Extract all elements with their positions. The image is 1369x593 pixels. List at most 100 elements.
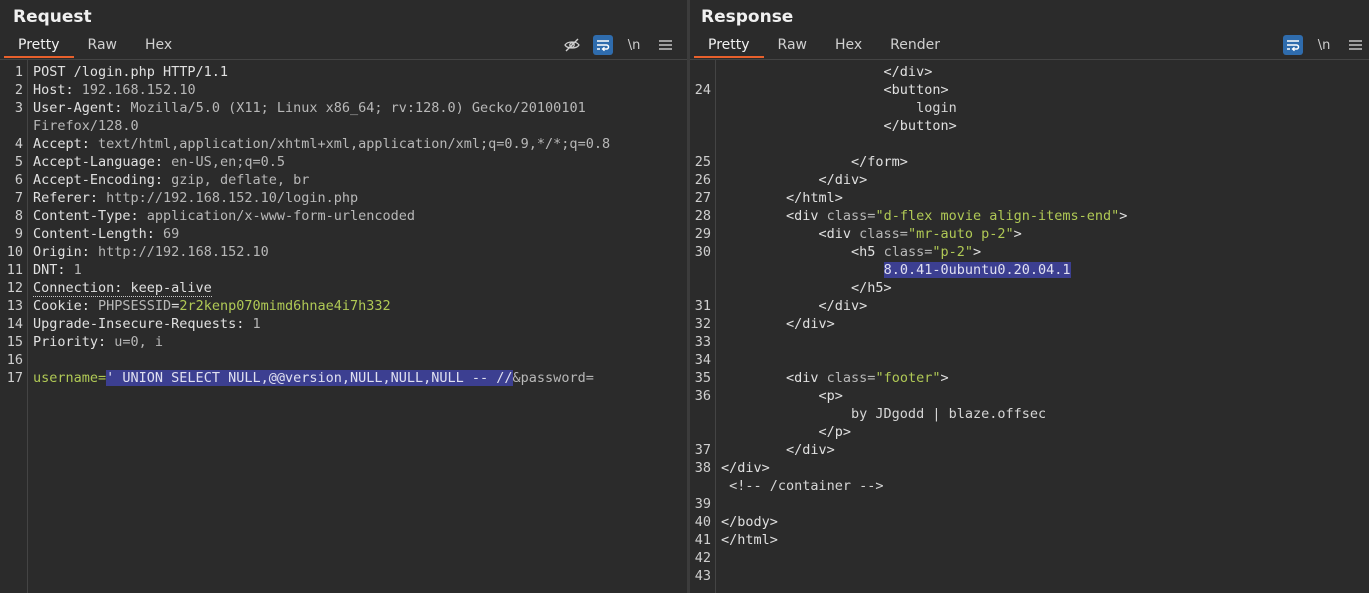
line-number: 42	[694, 550, 711, 566]
code-token: by JDgodd | blaze.offsec	[721, 406, 1047, 422]
line-number: 15	[6, 334, 23, 350]
code-line: 36 <p>	[690, 387, 1369, 405]
code-token: Priority:	[33, 334, 115, 350]
code-token: Accept-Encoding:	[33, 172, 172, 188]
line-number: 40	[694, 514, 711, 530]
line-content: Host: 192.168.152.10	[33, 81, 196, 99]
code-token: Referer:	[33, 190, 107, 206]
line-content: Content-Type: application/x-www-form-url…	[33, 207, 415, 225]
response-tab-pretty[interactable]: Pretty	[694, 34, 764, 58]
code-line: 4 Accept: text/html,application/xhtml+xml…	[0, 135, 687, 153]
code-token: Origin:	[33, 244, 99, 260]
request-toolbar: \n	[551, 35, 675, 55]
code-token: gzip, deflate, br	[171, 172, 310, 188]
line-content: by JDgodd | blaze.offsec	[721, 405, 1046, 423]
code-line: 29 <div class="mr-auto p-2">	[690, 225, 1369, 243]
line-content: </div>	[721, 63, 933, 81]
line-number: 25	[694, 154, 711, 170]
line-number: 31	[694, 298, 711, 314]
code-line: 16	[0, 351, 687, 369]
code-line: 7 Referer: http://192.168.152.10/login.ph…	[0, 189, 687, 207]
eye-slash-icon[interactable]	[562, 35, 582, 55]
line-content: User-Agent: Mozilla/5.0 (X11; Linux x86_…	[33, 99, 586, 117]
code-token: 1	[73, 262, 82, 278]
line-content: Connection: keep-alive	[33, 279, 212, 297]
line-content: <div class="footer">	[721, 369, 949, 387]
request-tab-raw[interactable]: Raw	[74, 34, 131, 58]
newline-toggle[interactable]: \n	[1314, 35, 1334, 55]
newline-toggle[interactable]: \n	[624, 35, 644, 55]
code-token: POST /login.php HTTP/1.1	[33, 64, 229, 80]
request-tab-pretty[interactable]: Pretty	[4, 34, 74, 58]
line-content: </button>	[721, 117, 957, 135]
line-number: 35	[694, 370, 711, 386]
code-token: <div	[721, 226, 860, 242]
line-number: 5	[14, 154, 23, 170]
code-line: </p>	[690, 423, 1369, 441]
response-toolbar: \n	[1272, 35, 1365, 55]
code-line: 11 DNT: 1	[0, 261, 687, 279]
line-number: 8	[14, 208, 23, 224]
code-token: class=	[859, 226, 908, 242]
response-lines: </div> 24 <button> login </button> 25 </fo…	[690, 63, 1369, 585]
line-content: <div class="d-flex movie align-items-end…	[721, 207, 1127, 225]
code-token: PHPSESSID	[98, 298, 172, 314]
line-content: </html>	[721, 531, 778, 549]
code-token: </div>	[721, 64, 933, 80]
hamburger-menu-icon[interactable]	[655, 35, 675, 55]
code-token: Upgrade-Insecure-Requests:	[33, 316, 253, 332]
word-wrap-icon[interactable]	[593, 35, 613, 55]
code-token: class=	[826, 370, 876, 386]
code-line: 38 </div>	[690, 459, 1369, 477]
request-editor[interactable]: 1 POST /login.php HTTP/1.1 2 Host: 192.168.…	[0, 60, 687, 593]
code-token: </h5>	[721, 280, 892, 296]
code-token: >	[972, 244, 982, 260]
line-content: </div>	[721, 297, 868, 315]
code-line: 31 </div>	[690, 297, 1369, 315]
word-wrap-icon[interactable]	[1283, 35, 1303, 55]
response-tabs: Pretty Raw Hex Render	[694, 34, 954, 58]
response-editor[interactable]: </div> 24 <button> login </button> 25 </fo…	[690, 60, 1369, 593]
response-tab-render[interactable]: Render	[876, 34, 954, 58]
request-tab-hex[interactable]: Hex	[131, 34, 186, 58]
line-number: 1	[14, 64, 23, 80]
line-content: </div>	[721, 315, 835, 333]
line-content: Accept-Language: en-US,en;q=0.5	[33, 153, 285, 171]
code-line: 15 Priority: u=0, i	[0, 333, 687, 351]
code-line: 32 </div>	[690, 315, 1369, 333]
line-content: POST /login.php HTTP/1.1	[33, 63, 228, 81]
line-number: 34	[694, 352, 711, 368]
code-token: <h5	[721, 244, 884, 260]
code-line: 17 username=' UNION SELECT NULL,@@version…	[0, 369, 687, 387]
code-line: <!-- /container -->	[690, 477, 1369, 495]
code-line: 37 </div>	[690, 441, 1369, 459]
code-token: <button>	[721, 82, 949, 98]
code-token: Host:	[33, 82, 82, 98]
code-token: </html>	[721, 532, 778, 548]
line-content: Cookie: PHPSESSID=2r2kenp070mimd6hnae4i7…	[33, 297, 391, 315]
code-token: 2r2kenp070mimd6hnae4i7h332	[179, 298, 391, 314]
response-title: Response	[701, 7, 794, 27]
response-tab-hex[interactable]: Hex	[821, 34, 876, 58]
line-content: login	[721, 99, 957, 117]
code-token: login	[721, 100, 957, 116]
code-token: "footer"	[875, 370, 941, 386]
hamburger-menu-icon[interactable]	[1345, 35, 1365, 55]
line-number: 29	[694, 226, 711, 242]
line-number: 13	[6, 298, 23, 314]
line-number: 43	[694, 568, 711, 584]
line-content: Accept-Encoding: gzip, deflate, br	[33, 171, 309, 189]
code-token: "mr-auto p-2"	[907, 226, 1014, 242]
code-line: 27 </html>	[690, 189, 1369, 207]
line-number: 11	[6, 262, 23, 278]
code-line: </button>	[690, 117, 1369, 135]
line-number: 26	[694, 172, 711, 188]
code-line: </div>	[690, 63, 1369, 81]
line-content: </div>	[721, 459, 770, 477]
line-content: </h5>	[721, 279, 892, 297]
selected-text: 8.0.41-0ubuntu0.20.04.1	[883, 262, 1071, 278]
code-token: </div>	[721, 460, 770, 476]
response-tab-raw[interactable]: Raw	[764, 34, 821, 58]
line-content: <!-- /container -->	[721, 477, 883, 495]
line-number: 7	[14, 190, 23, 206]
